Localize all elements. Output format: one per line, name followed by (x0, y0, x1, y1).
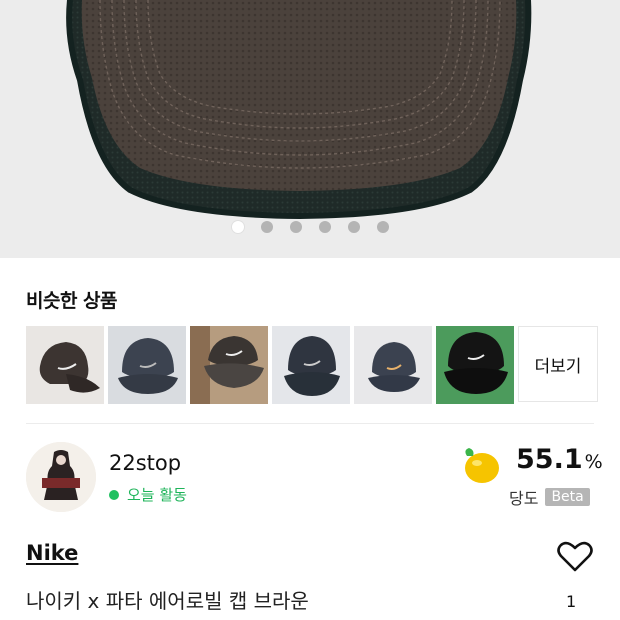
beta-badge: Beta (545, 488, 590, 506)
carousel-dot[interactable] (260, 221, 273, 233)
sweetness-label: 당도 (509, 489, 539, 508)
similar-products-title: 비슷한 상품 (26, 290, 118, 312)
sweetness-label-row: 당도 Beta (509, 485, 590, 509)
like-count: 1 (566, 592, 577, 611)
carousel-dot[interactable] (376, 221, 389, 233)
product-image-carousel[interactable] (0, 0, 620, 258)
section-divider (26, 423, 594, 424)
cap-photo (0, 0, 620, 258)
score-unit: % (584, 451, 603, 473)
grey-cap-image (108, 326, 186, 404)
brand-link[interactable]: Nike (26, 541, 78, 565)
online-status-icon (109, 489, 119, 500)
carousel-dot[interactable] (347, 221, 360, 233)
score-value: 55.1 (516, 444, 583, 475)
carousel-dot[interactable] (318, 221, 331, 233)
carousel-dot[interactable] (289, 221, 302, 233)
lemon-icon (465, 448, 499, 483)
similar-product-thumbnail[interactable] (108, 326, 186, 404)
more-similar-button[interactable]: 더보기 (518, 326, 598, 402)
similar-product-thumbnail[interactable] (272, 326, 350, 404)
seller-activity-status: 오늘 활동 (109, 484, 187, 505)
grey-cap-image (354, 326, 432, 404)
grey-cap-image (272, 326, 350, 404)
similar-products-list: 더보기 (26, 326, 598, 404)
brown-cap-image (26, 326, 104, 404)
similar-product-thumbnail[interactable] (26, 326, 104, 404)
seller-avatar[interactable] (26, 442, 96, 512)
similar-product-thumbnail[interactable] (436, 326, 514, 404)
similar-product-thumbnail[interactable] (190, 326, 268, 404)
heart-icon[interactable] (557, 540, 593, 572)
activity-label: 오늘 활동 (127, 486, 187, 504)
worn-cap-image (190, 326, 268, 404)
carousel-indicator (0, 221, 620, 233)
avatar-image (26, 442, 96, 512)
product-page: 비슷한 상품 더보기 22stop 오늘 활동 55.1 % 당도 Beta N… (0, 0, 620, 620)
product-title: 나이키 x 파타 에어로빌 캡 브라운 (26, 589, 309, 613)
sweetness-score: 55.1 % (516, 444, 603, 475)
carousel-dot[interactable] (231, 221, 244, 233)
similar-product-thumbnail[interactable] (354, 326, 432, 404)
seller-name[interactable]: 22stop (109, 451, 181, 475)
black-cap-image (436, 326, 514, 404)
